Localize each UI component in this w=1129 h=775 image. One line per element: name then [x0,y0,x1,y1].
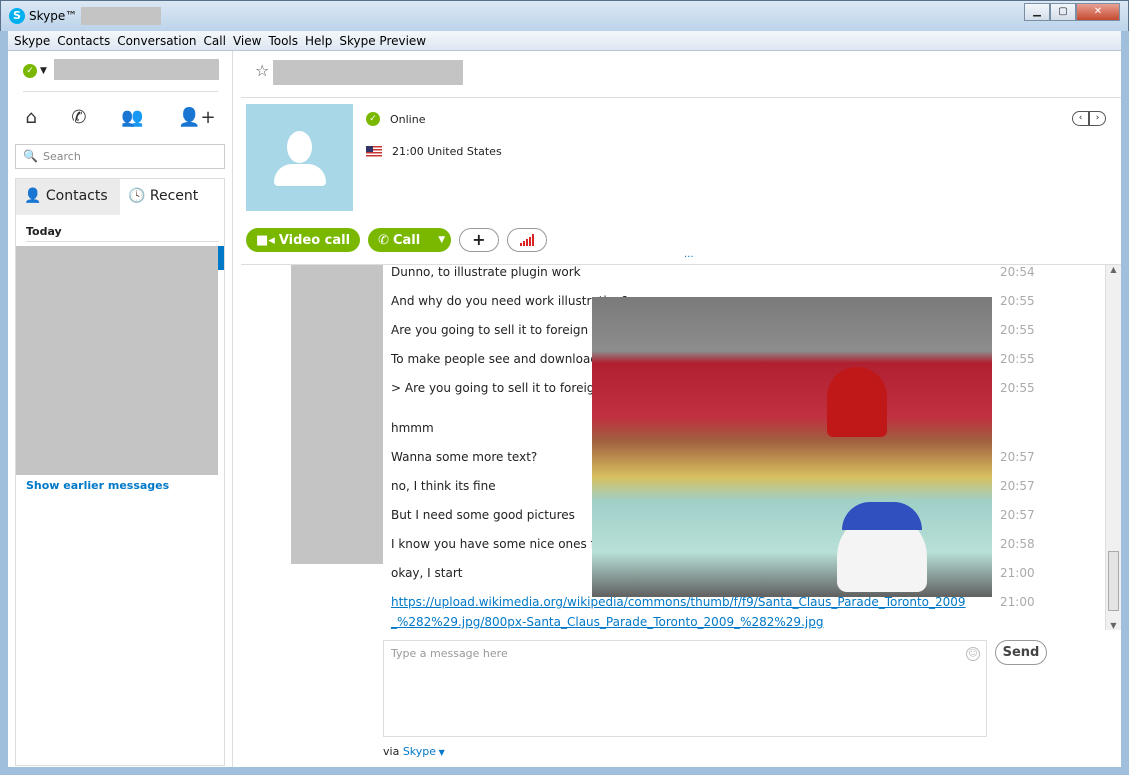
message-time: 20:55 [1000,323,1035,337]
search-input[interactable]: 🔍 Search [15,144,225,169]
chat-scrollbar[interactable]: ▲ ▼ [1105,265,1121,630]
skype-logo-icon: S [9,8,25,24]
emoticon-icon[interactable]: ☺ [966,647,980,661]
menu-skype-preview[interactable]: Skype Preview [339,31,433,50]
call-dropdown-chevron-icon[interactable]: ▼ [438,235,445,245]
message-row: Dunno, to illustrate plugin work 20:54 [391,265,1041,286]
menu-conversation[interactable]: Conversation [117,31,203,50]
title-bar: S Skype™ - ▁ ▢ ✕ [0,0,1129,31]
menu-skype[interactable]: Skype [14,31,57,50]
scrollbar-thumb[interactable] [1108,551,1119,611]
show-earlier-messages-link[interactable]: Show earlier messages [26,479,169,492]
menu-contacts[interactable]: Contacts [57,31,117,50]
tab-contacts[interactable]: 👤 Contacts [16,179,120,215]
message-time: 20:57 [1000,450,1035,464]
phone-icon[interactable]: ✆ [71,108,86,128]
message-text: Dunno, to illustrate plugin work [391,265,581,279]
message-time: 20:58 [1000,537,1035,551]
us-flag-icon [366,146,382,157]
expand-header-handle[interactable]: ··· [684,253,694,263]
image-preview[interactable] [592,297,992,597]
search-icon: 🔍 [23,149,38,163]
menu-bar: Skype Contacts Conversation Call View To… [8,31,1121,51]
chat-history: Dunno, to illustrate plugin work 20:54 And… [241,265,1113,630]
video-call-button[interactable]: ■◂ Video call [246,228,361,252]
avatar [246,104,353,211]
call-button[interactable]: ✆ Call ▼ [368,228,452,252]
via-service: via Skype ▼ [383,745,445,758]
message-time: 20:57 [1000,508,1035,522]
selection-indicator [218,246,224,270]
message-time: 20:55 [1000,352,1035,366]
window-title: Skype™ - [29,9,86,23]
send-button[interactable]: Send [995,640,1047,665]
message-time: 20:57 [1000,479,1035,493]
service-selector[interactable]: Skype [403,745,436,758]
online-status-icon: ✓ [366,112,380,126]
add-button[interactable]: + [459,228,499,252]
close-button[interactable]: ✕ [1076,3,1120,21]
redacted-username [54,59,219,80]
clock-icon: 🕓 [128,188,150,204]
favorite-star-icon[interactable]: ☆ [255,61,269,80]
chevron-down-icon[interactable]: ▼ [436,748,445,757]
group-icon[interactable]: 👥 [121,108,143,128]
minimize-button[interactable]: ▁ [1024,3,1050,21]
section-today: Today [26,225,62,238]
maximize-button[interactable]: ▢ [1050,3,1076,21]
menu-tools[interactable]: Tools [268,31,305,50]
next-arrow-button[interactable]: › [1089,111,1106,126]
add-contact-icon[interactable]: 👤+ [178,108,216,128]
contact-local-time: 21:00 United States [392,145,502,158]
redacted-recent-list[interactable] [16,246,218,475]
message-time: 20:55 [1000,381,1035,395]
status-selector[interactable]: ✓ ▼ [23,64,47,78]
message-time: 20:55 [1000,294,1035,308]
message-time: 21:00 [1000,566,1035,580]
phone-icon: ✆ [378,232,389,248]
message-link[interactable]: https://upload.wikimedia.org/wikipedia/c… [391,592,981,630]
sidebar: ✓ ▼ ⌂ ✆ 👥 👤+ 🔍 Search 👤 Contacts 🕓 Recent… [8,51,233,767]
redacted-sender-avatar [291,265,383,564]
redacted-title [81,7,161,25]
tab-recent[interactable]: 🕓 Recent [120,179,224,215]
online-status-icon: ✓ [23,64,37,78]
message-time: 20:54 [1000,265,1035,279]
signal-bars-icon [519,234,534,246]
contacts-icon: 👤 [24,188,46,204]
conversation-pane: ☆ ✓ Online 21:00 United States ‹ › ■◂ Video… [241,51,1121,767]
pane-splitter[interactable] [232,51,233,767]
video-camera-icon: ■◂ [256,232,275,248]
menu-help[interactable]: Help [305,31,339,50]
message-input[interactable]: Type a message here ☺ [383,640,987,737]
redacted-contact-name [273,60,463,85]
menu-view[interactable]: View [233,31,268,50]
prev-arrow-button[interactable]: ‹ [1072,111,1089,126]
call-quality-button[interactable] [506,228,547,252]
home-icon[interactable]: ⌂ [25,108,36,128]
menu-call[interactable]: Call [204,31,233,50]
message-time: 21:00 [1000,595,1035,609]
contact-status: Online [390,112,426,126]
